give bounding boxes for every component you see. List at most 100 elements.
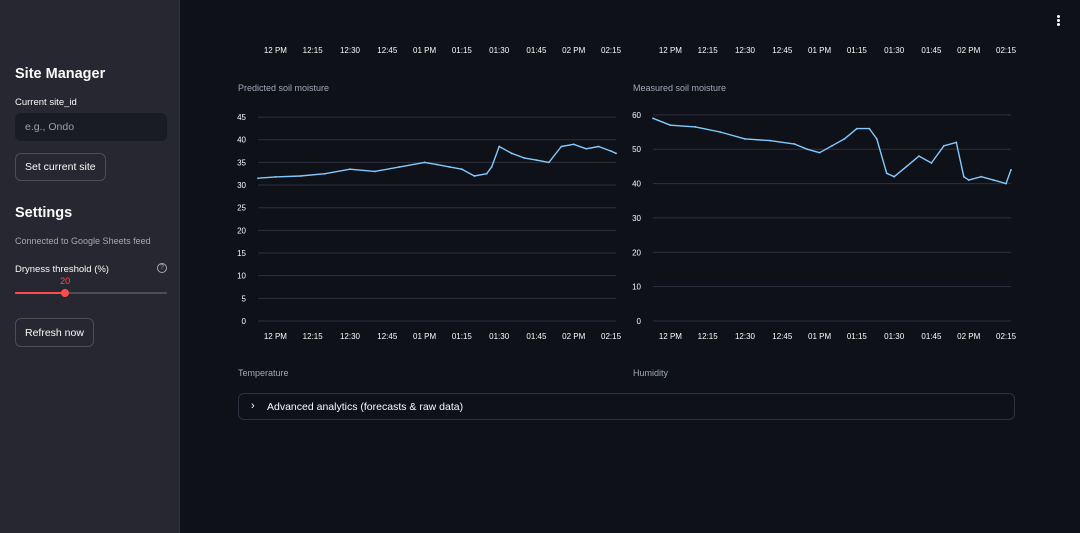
x-tick-label: 02:15 xyxy=(601,332,622,341)
top-x-tick-label: 01:30 xyxy=(489,46,510,55)
x-tick-label: 12:30 xyxy=(340,332,361,341)
y-tick-label: 20 xyxy=(237,226,246,235)
top-x-tick-label: 01 PM xyxy=(808,46,831,55)
top-x-tick-label: 12:45 xyxy=(772,46,793,55)
x-tick-label: 01:15 xyxy=(452,332,473,341)
y-tick-label: 5 xyxy=(242,294,247,303)
x-tick-label: 01:45 xyxy=(526,332,547,341)
site-id-input[interactable] xyxy=(15,113,167,141)
y-tick-label: 30 xyxy=(237,181,246,190)
data-point xyxy=(510,152,513,155)
data-point xyxy=(523,156,525,159)
data-point xyxy=(875,138,878,140)
dryness-threshold-slider[interactable] xyxy=(15,289,167,297)
data-point xyxy=(535,159,538,162)
data-point xyxy=(930,162,933,164)
y-tick-label: 15 xyxy=(237,249,246,258)
slider-thumb[interactable] xyxy=(61,289,70,297)
data-point xyxy=(669,124,672,127)
x-tick-label: 01 PM xyxy=(413,332,436,341)
y-tick-label: 40 xyxy=(632,180,641,189)
top-x-tick-label: 12:30 xyxy=(340,46,361,55)
y-tick-label: 10 xyxy=(237,272,246,281)
x-tick-label: 01 PM xyxy=(808,332,831,341)
data-point xyxy=(1005,182,1007,185)
data-point xyxy=(694,125,697,128)
top-x-tick-label: 12:15 xyxy=(303,46,324,55)
chart-title: Predicted soil moisture xyxy=(238,83,329,93)
data-point xyxy=(257,177,259,180)
data-point xyxy=(448,166,451,168)
top-x-tick-label: 01:15 xyxy=(847,46,868,55)
data-point xyxy=(768,139,771,142)
y-tick-label: 20 xyxy=(632,248,641,257)
data-point xyxy=(1010,168,1012,171)
top-x-tick-label: 12 PM xyxy=(264,46,287,55)
x-tick-label: 02 PM xyxy=(562,332,585,341)
data-point xyxy=(868,127,871,130)
data-point xyxy=(610,150,612,152)
chevron-right-icon: › xyxy=(251,400,255,412)
x-tick-label: 01:15 xyxy=(847,332,868,341)
data-point xyxy=(485,172,488,175)
top-x-tick-label: 01:30 xyxy=(884,46,905,55)
data-point xyxy=(831,144,833,147)
connection-caption: Connected to Google Sheets feed xyxy=(15,236,151,246)
data-point xyxy=(460,168,463,171)
data-point xyxy=(547,161,550,164)
chart-title: Measured soil moisture xyxy=(633,83,726,93)
x-tick-label: 12:45 xyxy=(772,332,793,341)
x-tick-label: 12 PM xyxy=(264,332,287,341)
data-point xyxy=(597,145,600,148)
temperature-title: Temperature xyxy=(238,368,289,378)
y-tick-label: 0 xyxy=(637,317,642,326)
settings-heading: Settings xyxy=(15,205,73,221)
x-tick-label: 02:15 xyxy=(996,332,1017,341)
advanced-analytics-expander[interactable]: › Advanced analytics (forecasts & raw da… xyxy=(238,393,1015,420)
y-tick-label: 50 xyxy=(632,145,641,154)
x-tick-label: 02 PM xyxy=(957,332,980,341)
help-icon[interactable]: ? xyxy=(157,263,167,273)
data-point xyxy=(918,155,920,157)
top-x-tick-label: 12 PM xyxy=(659,46,682,55)
x-tick-label: 12:45 xyxy=(377,332,398,341)
y-tick-label: 35 xyxy=(237,158,246,167)
top-x-tick-label: 01 PM xyxy=(413,46,436,55)
top-x-tick-label: 02:15 xyxy=(996,46,1017,55)
data-point xyxy=(806,148,809,151)
top-x-tick-label: 01:45 xyxy=(526,46,547,55)
data-point xyxy=(299,175,302,177)
data-point xyxy=(585,147,588,150)
x-tick-label: 01:30 xyxy=(884,332,905,341)
data-point xyxy=(855,127,858,130)
data-point xyxy=(349,168,351,171)
top-x-tick-label: 01:15 xyxy=(452,46,473,55)
y-tick-label: 30 xyxy=(632,214,641,223)
data-point xyxy=(652,117,654,120)
series-line xyxy=(652,117,1012,185)
data-point xyxy=(423,161,426,164)
humidity-title: Humidity xyxy=(633,368,669,378)
set-current-site-button[interactable]: Set current site xyxy=(15,153,106,181)
dryness-threshold-label: Dryness threshold (%) xyxy=(15,264,109,275)
sidebar: Site Manager Current site_id Set current… xyxy=(0,0,180,533)
data-point xyxy=(980,175,983,178)
data-point xyxy=(967,179,970,182)
data-point xyxy=(818,151,821,154)
series-line xyxy=(257,143,617,179)
data-point xyxy=(942,144,945,147)
data-point xyxy=(615,152,617,155)
x-tick-label: 12 PM xyxy=(659,332,682,341)
top-x-tick-label: 12:30 xyxy=(735,46,756,55)
data-point xyxy=(955,141,958,144)
data-point xyxy=(572,143,575,146)
x-tick-label: 12:15 xyxy=(698,332,719,341)
main-content: Predicted soil moisture 0 5 10 15 20 25 30 35 40 4… xyxy=(181,0,1080,533)
data-point xyxy=(324,172,327,175)
data-point xyxy=(498,145,501,148)
data-point xyxy=(885,172,888,175)
y-tick-label: 10 xyxy=(632,283,641,292)
top-x-tick-label: 01:45 xyxy=(921,46,942,55)
y-tick-label: 45 xyxy=(237,113,246,122)
refresh-now-button[interactable]: Refresh now xyxy=(15,318,94,347)
